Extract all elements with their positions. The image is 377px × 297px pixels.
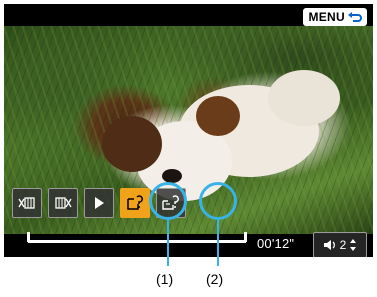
play-icon: [95, 197, 104, 209]
callout-ring-2: [199, 182, 237, 220]
callout-label-1: (1): [156, 271, 174, 287]
callout-ring-1: [149, 182, 187, 220]
trim-start-button[interactable]: [12, 188, 42, 218]
return-arrow-icon: [348, 12, 362, 22]
callout-line-2: [217, 220, 219, 266]
save-icon: [127, 195, 143, 210]
timeline-start-marker[interactable]: [27, 232, 30, 242]
trim-start-icon: [18, 197, 35, 209]
play-button[interactable]: [84, 188, 114, 218]
menu-label: MENU: [308, 10, 345, 24]
timeline-end-marker[interactable]: [244, 232, 247, 242]
speaker-icon: [323, 240, 335, 250]
volume-control[interactable]: 2: [313, 232, 367, 257]
volume-level: 2: [339, 238, 347, 252]
menu-button[interactable]: MENU: [303, 8, 367, 26]
playback-timeline[interactable]: [27, 232, 247, 243]
elapsed-time: 00'12": [257, 236, 295, 251]
callout-label-2: (2): [206, 271, 224, 287]
camera-lcd-screen: MENU 00'12" 2: [4, 4, 373, 257]
up-down-arrow-icon: [350, 239, 357, 251]
callout-line-1: [167, 220, 169, 266]
trim-end-icon: [55, 197, 72, 209]
trim-end-button[interactable]: [48, 188, 78, 218]
save-button[interactable]: [120, 188, 150, 218]
